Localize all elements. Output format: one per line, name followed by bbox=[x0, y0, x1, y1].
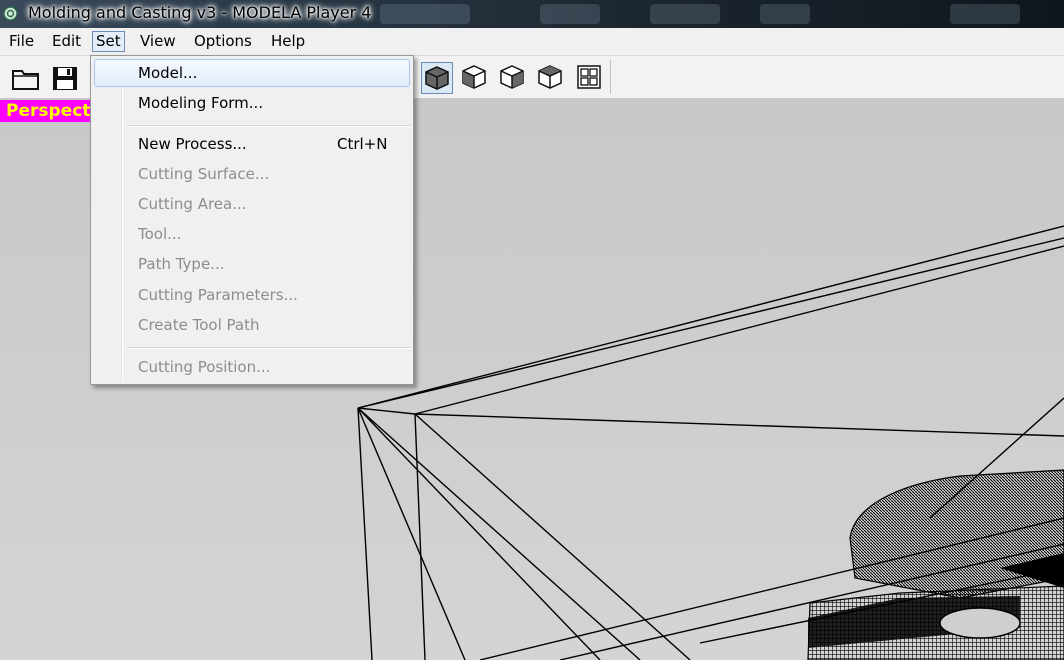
view-quad-layout-icon bbox=[577, 65, 601, 89]
menu-item-cutting-surface: Cutting Surface... bbox=[138, 165, 270, 183]
menu-item-modeling-form[interactable]: Modeling Form... bbox=[94, 89, 410, 117]
view-mode-label: Perspecti bbox=[0, 100, 103, 122]
set-menu-dropdown: Model... Modeling Form... New Process...… bbox=[90, 55, 414, 385]
menu-separator bbox=[127, 347, 411, 349]
shortcut-ctrl-n: Ctrl+N bbox=[337, 135, 388, 153]
menu-separator bbox=[127, 125, 411, 127]
open-button[interactable] bbox=[10, 62, 42, 94]
menu-item-tool: Tool... bbox=[138, 225, 182, 243]
menu-options[interactable]: Options bbox=[191, 31, 255, 52]
menu-item-path-type: Path Type... bbox=[138, 255, 225, 273]
menu-item-model[interactable]: Model... bbox=[94, 59, 410, 87]
menu-help[interactable]: Help bbox=[268, 31, 308, 52]
menu-bar: File Edit Set View Options Help bbox=[0, 28, 1064, 56]
menu-file[interactable]: File bbox=[6, 31, 37, 52]
menu-item-cutting-area: Cutting Area... bbox=[138, 195, 247, 213]
menu-edit[interactable]: Edit bbox=[49, 31, 84, 52]
menu-item-create-tool-path: Create Tool Path bbox=[138, 316, 260, 334]
view-perspective-button[interactable] bbox=[421, 62, 453, 94]
save-button[interactable] bbox=[49, 62, 81, 94]
open-folder-icon bbox=[12, 70, 39, 90]
view-quad-button[interactable] bbox=[574, 62, 606, 94]
modela-app-icon bbox=[3, 6, 18, 21]
view-front-cube-icon bbox=[462, 65, 486, 89]
window-title: Molding and Casting v3 - MODELA Player 4 bbox=[28, 3, 372, 22]
menu-item-new-process[interactable]: New Process... Ctrl+N bbox=[94, 130, 410, 158]
view-perspective-cube-icon bbox=[425, 66, 449, 90]
title-bar[interactable]: Molding and Casting v3 - MODELA Player 4 bbox=[0, 0, 1064, 28]
save-disk-icon bbox=[53, 67, 77, 90]
view-right-cube-icon bbox=[500, 65, 524, 89]
menu-item-cutting-position: Cutting Position... bbox=[138, 358, 271, 376]
view-left-button[interactable] bbox=[535, 62, 567, 94]
view-left-cube-icon bbox=[538, 65, 562, 89]
view-right-button[interactable] bbox=[497, 62, 529, 94]
menu-set[interactable]: Set bbox=[92, 31, 125, 52]
menu-view[interactable]: View bbox=[137, 31, 179, 52]
menu-item-cutting-parameters: Cutting Parameters... bbox=[138, 286, 298, 304]
view-front-button[interactable] bbox=[459, 62, 491, 94]
